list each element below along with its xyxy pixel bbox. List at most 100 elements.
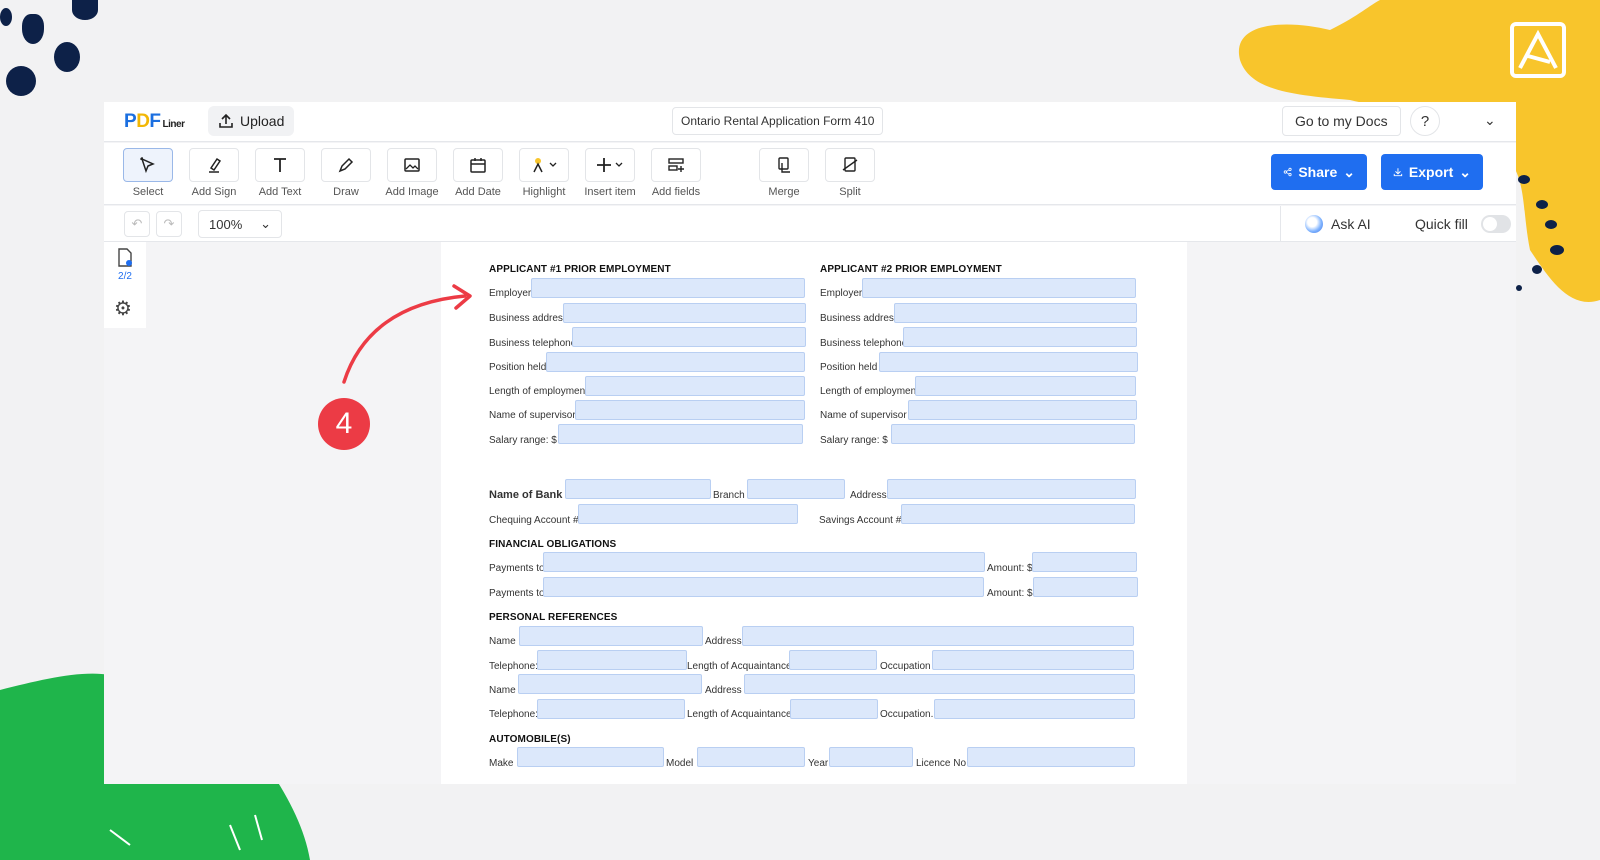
form-label: Licence No: [916, 758, 967, 769]
a2-salary-field[interactable]: [891, 424, 1135, 444]
form-label: Salary range: $: [820, 435, 888, 446]
a1-length-field[interactable]: [585, 376, 805, 396]
form-label: Amount: $: [987, 563, 1033, 574]
auto-licence-field[interactable]: [967, 747, 1135, 767]
ask-ai-button[interactable]: Ask AI: [1305, 215, 1371, 233]
decor-dot: [1516, 285, 1522, 291]
ref1-name-field[interactable]: [519, 626, 703, 646]
amount-field-2[interactable]: [1033, 577, 1138, 597]
help-button[interactable]: ?: [1410, 106, 1440, 136]
ai-panel: Ask AI Quick fill: [1280, 206, 1516, 242]
upload-button[interactable]: Upload: [208, 106, 295, 136]
ref1-address-field[interactable]: [742, 626, 1134, 646]
tool-add-sign[interactable]: Add Sign: [188, 148, 240, 198]
annotation-arrow: [342, 284, 472, 384]
decor-dot: [1532, 265, 1542, 274]
undo-button[interactable]: ↶: [124, 211, 150, 237]
share-button[interactable]: Share ⌄: [1271, 154, 1367, 190]
a1-employer-field[interactable]: [531, 278, 805, 298]
ref2-occupation-field[interactable]: [934, 699, 1135, 719]
ref1-occupation-field[interactable]: [932, 650, 1134, 670]
export-button[interactable]: Export ⌄: [1381, 154, 1483, 190]
chevron-down-icon[interactable]: ⌄: [1484, 112, 1496, 129]
page-icon: [118, 248, 132, 267]
tool-split[interactable]: Split: [824, 148, 876, 198]
step-badge: 4: [318, 398, 370, 450]
a2-business-address-field[interactable]: [894, 303, 1137, 323]
tool-select[interactable]: Select: [122, 148, 174, 198]
ref2-address-field[interactable]: [744, 674, 1135, 694]
a2-business-telephone-field[interactable]: [903, 327, 1137, 347]
tool-add-fields[interactable]: Add fields: [650, 148, 702, 198]
bank-branch-field[interactable]: [747, 479, 845, 499]
tool-draw[interactable]: Draw: [320, 148, 372, 198]
a2-employer-field[interactable]: [862, 278, 1136, 298]
tool-add-image[interactable]: Add Image: [385, 148, 439, 198]
pen-icon: [338, 157, 354, 173]
a1-salary-field[interactable]: [558, 424, 803, 444]
zoom-select[interactable]: 100% ⌄: [198, 210, 282, 238]
ref2-telephone-field[interactable]: [537, 699, 685, 719]
select-icon: [140, 157, 155, 174]
decor-dot: [72, 0, 98, 20]
pdf-editor-window: PDF Liner Upload Ontario Rental Applicati…: [104, 102, 1516, 784]
ref2-length-field[interactable]: [790, 699, 878, 719]
a1-position-field[interactable]: [546, 352, 805, 372]
document-title[interactable]: Ontario Rental Application Form 410: [672, 107, 884, 135]
tool-insert-item[interactable]: Insert item: [584, 148, 636, 198]
tool-label: Merge: [768, 186, 800, 198]
bank-name-field[interactable]: [565, 479, 711, 499]
auto-make-field[interactable]: [517, 747, 664, 767]
settings-gear-icon[interactable]: ⚙: [114, 296, 132, 321]
merge-icon: [778, 157, 790, 173]
pdfliner-logo[interactable]: PDF Liner: [124, 111, 185, 133]
redo-button[interactable]: ↷: [156, 211, 182, 237]
quick-fill-toggle[interactable]: [1481, 215, 1511, 233]
tool-add-date[interactable]: Add Date: [452, 148, 504, 198]
auto-year-field[interactable]: [829, 747, 913, 767]
left-sidebar: 2/2 ⚙: [104, 242, 146, 328]
form-label: Name: [489, 685, 516, 696]
tool-label: Insert item: [584, 186, 636, 198]
go-to-my-docs-button[interactable]: Go to my Docs: [1282, 106, 1401, 136]
form-label: Branch: [713, 490, 745, 501]
a1-business-address-field[interactable]: [563, 303, 806, 323]
chevron-down-icon: ⌄: [260, 216, 271, 231]
decor-dot: [1518, 175, 1530, 184]
ref1-length-field[interactable]: [789, 650, 877, 670]
form-label: Length of employment: [489, 386, 588, 397]
savings-account-field[interactable]: [901, 504, 1135, 524]
tool-label: Highlight: [522, 186, 566, 198]
amount-field-1[interactable]: [1032, 552, 1137, 572]
auto-model-field[interactable]: [697, 747, 805, 767]
pages-button[interactable]: 2/2: [112, 248, 138, 282]
bank-address-field[interactable]: [887, 479, 1136, 499]
chevron-down-icon: ⌄: [1459, 163, 1471, 180]
chequing-account-field[interactable]: [578, 504, 798, 524]
tool-merge[interactable]: Merge: [758, 148, 810, 198]
decor-dot: [54, 42, 80, 72]
tool-label: Split: [839, 186, 861, 198]
form-label: Name of supervisor: [489, 410, 576, 421]
calendar-icon: [470, 158, 486, 173]
form-label: Position held: [489, 362, 547, 373]
a2-length-field[interactable]: [915, 376, 1136, 396]
form-label: Business telephone: [489, 338, 577, 349]
form-label: Name: [489, 636, 516, 647]
automobile-heading: AUTOMOBILE(S): [489, 734, 571, 745]
a2-position-field[interactable]: [879, 352, 1138, 372]
a1-business-telephone-field[interactable]: [572, 327, 806, 347]
decor-dot: [1536, 200, 1548, 209]
a2-supervisor-field[interactable]: [908, 400, 1137, 420]
text-icon: [274, 158, 286, 172]
ref1-telephone-field[interactable]: [537, 650, 687, 670]
a1-supervisor-field[interactable]: [575, 400, 805, 420]
payments-to-field-2[interactable]: [543, 577, 984, 597]
tool-highlight[interactable]: Highlight: [518, 148, 570, 198]
financial-heading: FINANCIAL OBLIGATIONS: [489, 539, 617, 550]
tool-add-text[interactable]: Add Text: [254, 148, 306, 198]
tool-label: Add Image: [385, 186, 439, 198]
payments-to-field-1[interactable]: [543, 552, 985, 572]
ref2-name-field[interactable]: [518, 674, 702, 694]
pdf-page: APPLICANT #1 PRIOR EMPLOYMENT Employer B…: [441, 242, 1187, 784]
